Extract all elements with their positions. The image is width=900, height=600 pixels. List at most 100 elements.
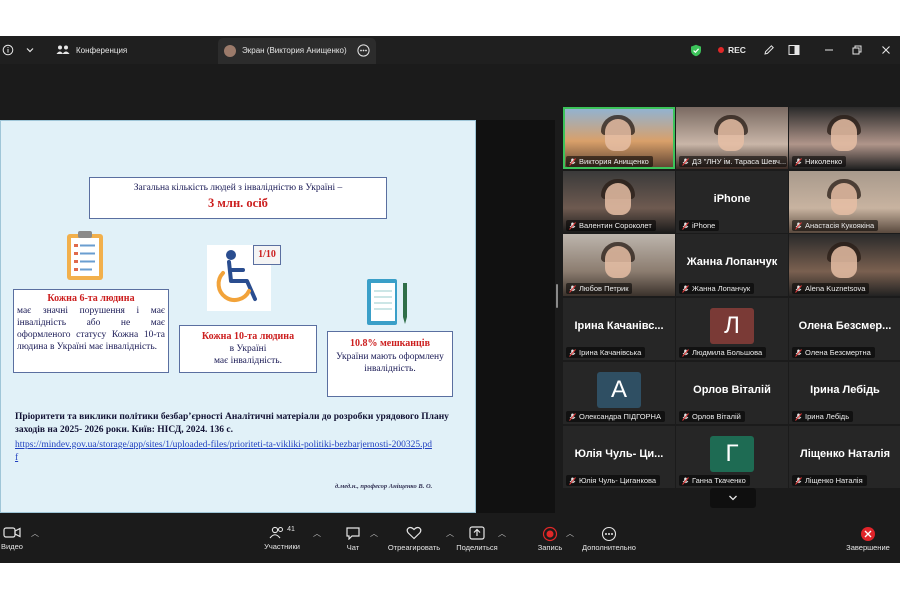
slide-title-highlight: 3 млн. осіб <box>208 196 268 210</box>
annotate-pen-icon[interactable] <box>763 36 775 64</box>
slide-author: д.мед.н., професор Аніщенко В. О. <box>335 483 433 490</box>
conference-menu[interactable]: Конференция <box>56 36 127 64</box>
security-shield-icon[interactable] <box>690 36 702 64</box>
participant-tile[interactable]: ДЗ "ЛНУ ім. Тараса Шевч... <box>676 107 788 169</box>
participant-name: Жанна Лопанчук <box>692 284 751 293</box>
top-bar: Конференция Экран (Виктория Анищенко) RE… <box>0 36 900 64</box>
mic-muted-icon <box>795 284 802 293</box>
mic-muted-icon <box>682 412 689 421</box>
end-meeting-button[interactable]: Завершение <box>844 526 892 560</box>
participant-tile[interactable]: Орлов Віталій Орлов Віталій <box>676 362 788 424</box>
participant-tile[interactable]: А Олександра ПІДГОРНА <box>563 362 675 424</box>
more-dots-icon <box>601 526 617 542</box>
mic-muted-icon <box>682 157 689 166</box>
participant-tile[interactable]: Валентин Сороколет <box>563 171 675 233</box>
participant-tile[interactable]: Ліщенко Наталія Ліщенко Наталія <box>789 426 900 488</box>
participant-tile[interactable]: Ірина Качанівс... Ірина Качанівська <box>563 298 675 360</box>
info-icon[interactable] <box>2 36 14 64</box>
gallery-next-page-button[interactable] <box>710 488 756 508</box>
participant-tile[interactable]: Николенко <box>789 107 900 169</box>
participant-label: Олександра ПІДГОРНА <box>566 411 665 422</box>
participant-display-name: Ліщенко Наталія <box>800 448 890 460</box>
box1-heading: Кожна 6-та людина <box>47 293 135 304</box>
participant-tile[interactable]: Л Людмила Большова <box>676 298 788 360</box>
video-button[interactable]: Видео <box>0 526 24 560</box>
record-icon <box>542 526 558 542</box>
minimize-icon[interactable] <box>824 36 834 64</box>
participant-video <box>718 119 744 151</box>
stat-box-percentage: 10.8% мешканців України мають оформлену … <box>327 331 453 397</box>
slide-title-box: Загальна кількість людей з інвалідністю … <box>89 177 387 219</box>
participant-label: ДЗ "ЛНУ ім. Тараса Шевч... <box>679 156 787 167</box>
participant-tile[interactable]: Г Ганна Ткаченко <box>676 426 788 488</box>
participant-name: iPhone <box>692 221 716 230</box>
react-button[interactable]: Отреагировать <box>386 526 442 560</box>
participants-options-caret[interactable]: ︿ <box>313 528 321 539</box>
mic-muted-icon <box>682 348 689 357</box>
participant-avatar: А <box>597 372 641 408</box>
mic-muted-icon <box>795 476 802 485</box>
record-label: Запись <box>537 543 563 552</box>
video-options-caret[interactable]: ︿ <box>31 528 39 539</box>
participant-tile[interactable]: Alena Kuznetsova <box>789 234 900 296</box>
people-icon <box>56 45 70 54</box>
participant-name: Валентин Сороколет <box>579 221 652 230</box>
share-screen-icon <box>469 526 485 540</box>
participant-tile[interactable]: Юлія Чуль- Ци... Юлія Чуль- Циганкова <box>563 426 675 488</box>
share-button[interactable]: Поделиться <box>456 526 498 560</box>
participant-name: Анастасія Кукоякіна <box>805 221 875 230</box>
share-label: Поделиться <box>456 543 498 552</box>
zoom-window: Конференция Экран (Виктория Анищенко) RE… <box>0 36 900 563</box>
recording-indicator: REC <box>718 36 746 64</box>
mic-muted-icon <box>795 348 802 357</box>
view-layout-icon[interactable] <box>788 36 800 64</box>
gallery-scrollbar[interactable] <box>556 284 558 308</box>
source-link[interactable]: https://mindev.gov.ua/storage/app/sites/… <box>15 439 435 465</box>
participant-name: Николенко <box>805 157 843 166</box>
screen-share-tab[interactable]: Экран (Виктория Анищенко) <box>218 38 376 64</box>
participant-tile[interactable]: Виктория Анищенко <box>563 107 675 169</box>
participant-label: Валентин Сороколет <box>566 220 656 231</box>
participant-tile[interactable]: Олена Безсмер... Олена Безсмертна <box>789 298 900 360</box>
participant-label: Ганна Ткаченко <box>679 475 750 486</box>
more-button[interactable]: Дополнительно <box>580 526 638 560</box>
end-label: Завершение <box>846 543 890 552</box>
participant-tile[interactable]: Ірина Лебідь Ірина Лебідь <box>789 362 900 424</box>
share-options-caret[interactable]: ︿ <box>498 528 506 539</box>
close-icon[interactable] <box>881 36 891 64</box>
mic-muted-icon <box>682 221 689 230</box>
restore-icon[interactable] <box>852 36 862 64</box>
chat-options-caret[interactable]: ︿ <box>370 528 378 539</box>
react-options-caret[interactable]: ︿ <box>446 528 454 539</box>
participants-button[interactable]: 41 Участники <box>262 526 302 560</box>
participant-name: Олександра ПІДГОРНА <box>579 412 661 421</box>
presentation-slide: Загальна кількість людей з інвалідністю … <box>0 120 476 513</box>
participant-label: Юлія Чуль- Циганкова <box>566 475 661 486</box>
participant-tile[interactable]: Любов Петрик <box>563 234 675 296</box>
box3-heading: 10.8% мешканців <box>349 338 430 349</box>
chat-button[interactable]: Чат <box>342 526 364 560</box>
more-options-icon[interactable] <box>357 44 370 59</box>
box2-heading: Кожна 10-та людина <box>201 331 295 342</box>
participant-display-name: Юлія Чуль- Ци... <box>574 448 664 460</box>
participant-video <box>605 183 631 215</box>
chevron-down-icon <box>729 495 737 501</box>
mic-muted-icon <box>569 412 576 421</box>
participant-video <box>831 119 857 151</box>
record-options-caret[interactable]: ︿ <box>566 528 574 539</box>
slide-title: Загальна кількість людей з інвалідністю … <box>133 183 343 193</box>
participant-tile[interactable]: Жанна Лопанчук Жанна Лопанчук <box>676 234 788 296</box>
participant-name: Любов Петрик <box>579 284 629 293</box>
mic-muted-icon <box>569 348 576 357</box>
conference-label: Конференция <box>76 45 128 55</box>
participant-video <box>605 246 631 278</box>
participant-tile[interactable]: Анастасія Кукоякіна <box>789 171 900 233</box>
participant-label: Ірина Лебідь <box>792 411 854 422</box>
participant-name: Людмила Большова <box>692 348 763 357</box>
record-button[interactable]: Запись <box>536 526 564 560</box>
chevron-down-icon[interactable] <box>26 36 34 64</box>
mic-muted-icon <box>569 157 576 166</box>
participant-tile[interactable]: iPhone iPhone <box>676 171 788 233</box>
participant-display-name: Ірина Качанівс... <box>574 320 664 332</box>
participant-video <box>605 119 631 151</box>
